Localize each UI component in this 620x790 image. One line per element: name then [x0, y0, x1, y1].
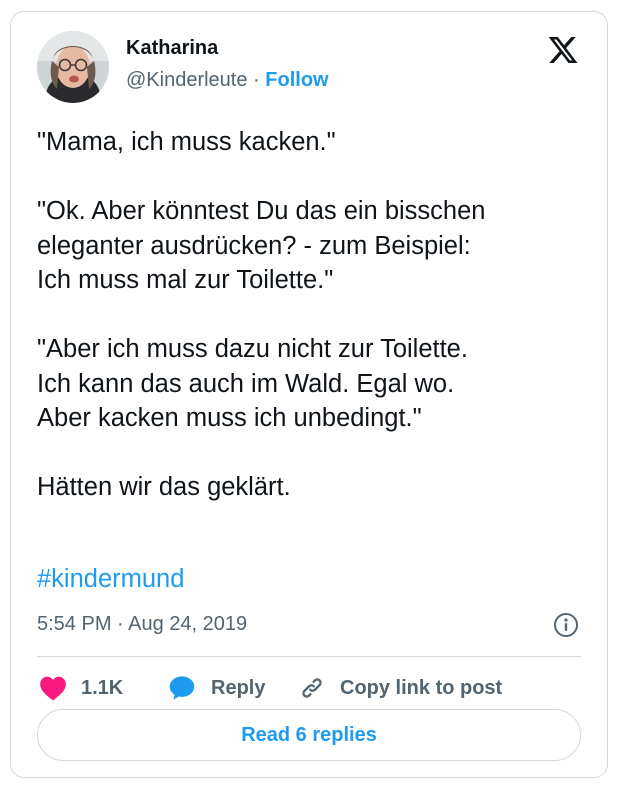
avatar[interactable] [37, 31, 109, 103]
copy-link-label: Copy link to post [340, 676, 503, 699]
read-replies-button[interactable]: Read 6 replies [37, 709, 581, 761]
like-count: 1.1K [81, 676, 124, 699]
tweet-paragraph: "Ok. Aber könntest Du das ein bisschen e… [37, 197, 486, 294]
divider [37, 656, 581, 657]
follow-button[interactable]: Follow [265, 69, 328, 91]
tweet-paragraph: Hätten wir das geklärt. [37, 473, 291, 501]
author-handle[interactable]: @Kinderleute [126, 69, 247, 91]
avatar-image [37, 31, 109, 103]
tweet-paragraph: "Mama, ich muss kacken." [37, 128, 336, 156]
reply-button[interactable]: Reply [167, 672, 265, 704]
author-name[interactable]: Katharina [126, 37, 218, 60]
author-handle-line: @Kinderleute · Follow [126, 69, 329, 92]
tweet-card: Katharina @Kinderleute · Follow "Mama, i… [10, 11, 608, 778]
link-icon [302, 678, 322, 698]
reply-label: Reply [211, 676, 266, 699]
tweet-text: "Mama, ich muss kacken." "Ok. Aber könnt… [37, 125, 597, 539]
tweet-paragraph: "Aber ich muss dazu nicht zur Toilette. … [37, 335, 468, 432]
speech-bubble-icon [169, 676, 195, 700]
heart-icon [40, 676, 66, 701]
like-button[interactable]: 1.1K [39, 672, 123, 704]
info-icon[interactable] [553, 612, 579, 638]
x-logo-icon[interactable] [547, 34, 579, 66]
handle-separator: · [253, 69, 260, 91]
copy-link-button[interactable]: Copy link to post [298, 672, 502, 704]
hashtag-link[interactable]: #kindermund [37, 565, 184, 594]
tweet-timestamp[interactable]: 5:54 PM · Aug 24, 2019 [37, 613, 247, 636]
